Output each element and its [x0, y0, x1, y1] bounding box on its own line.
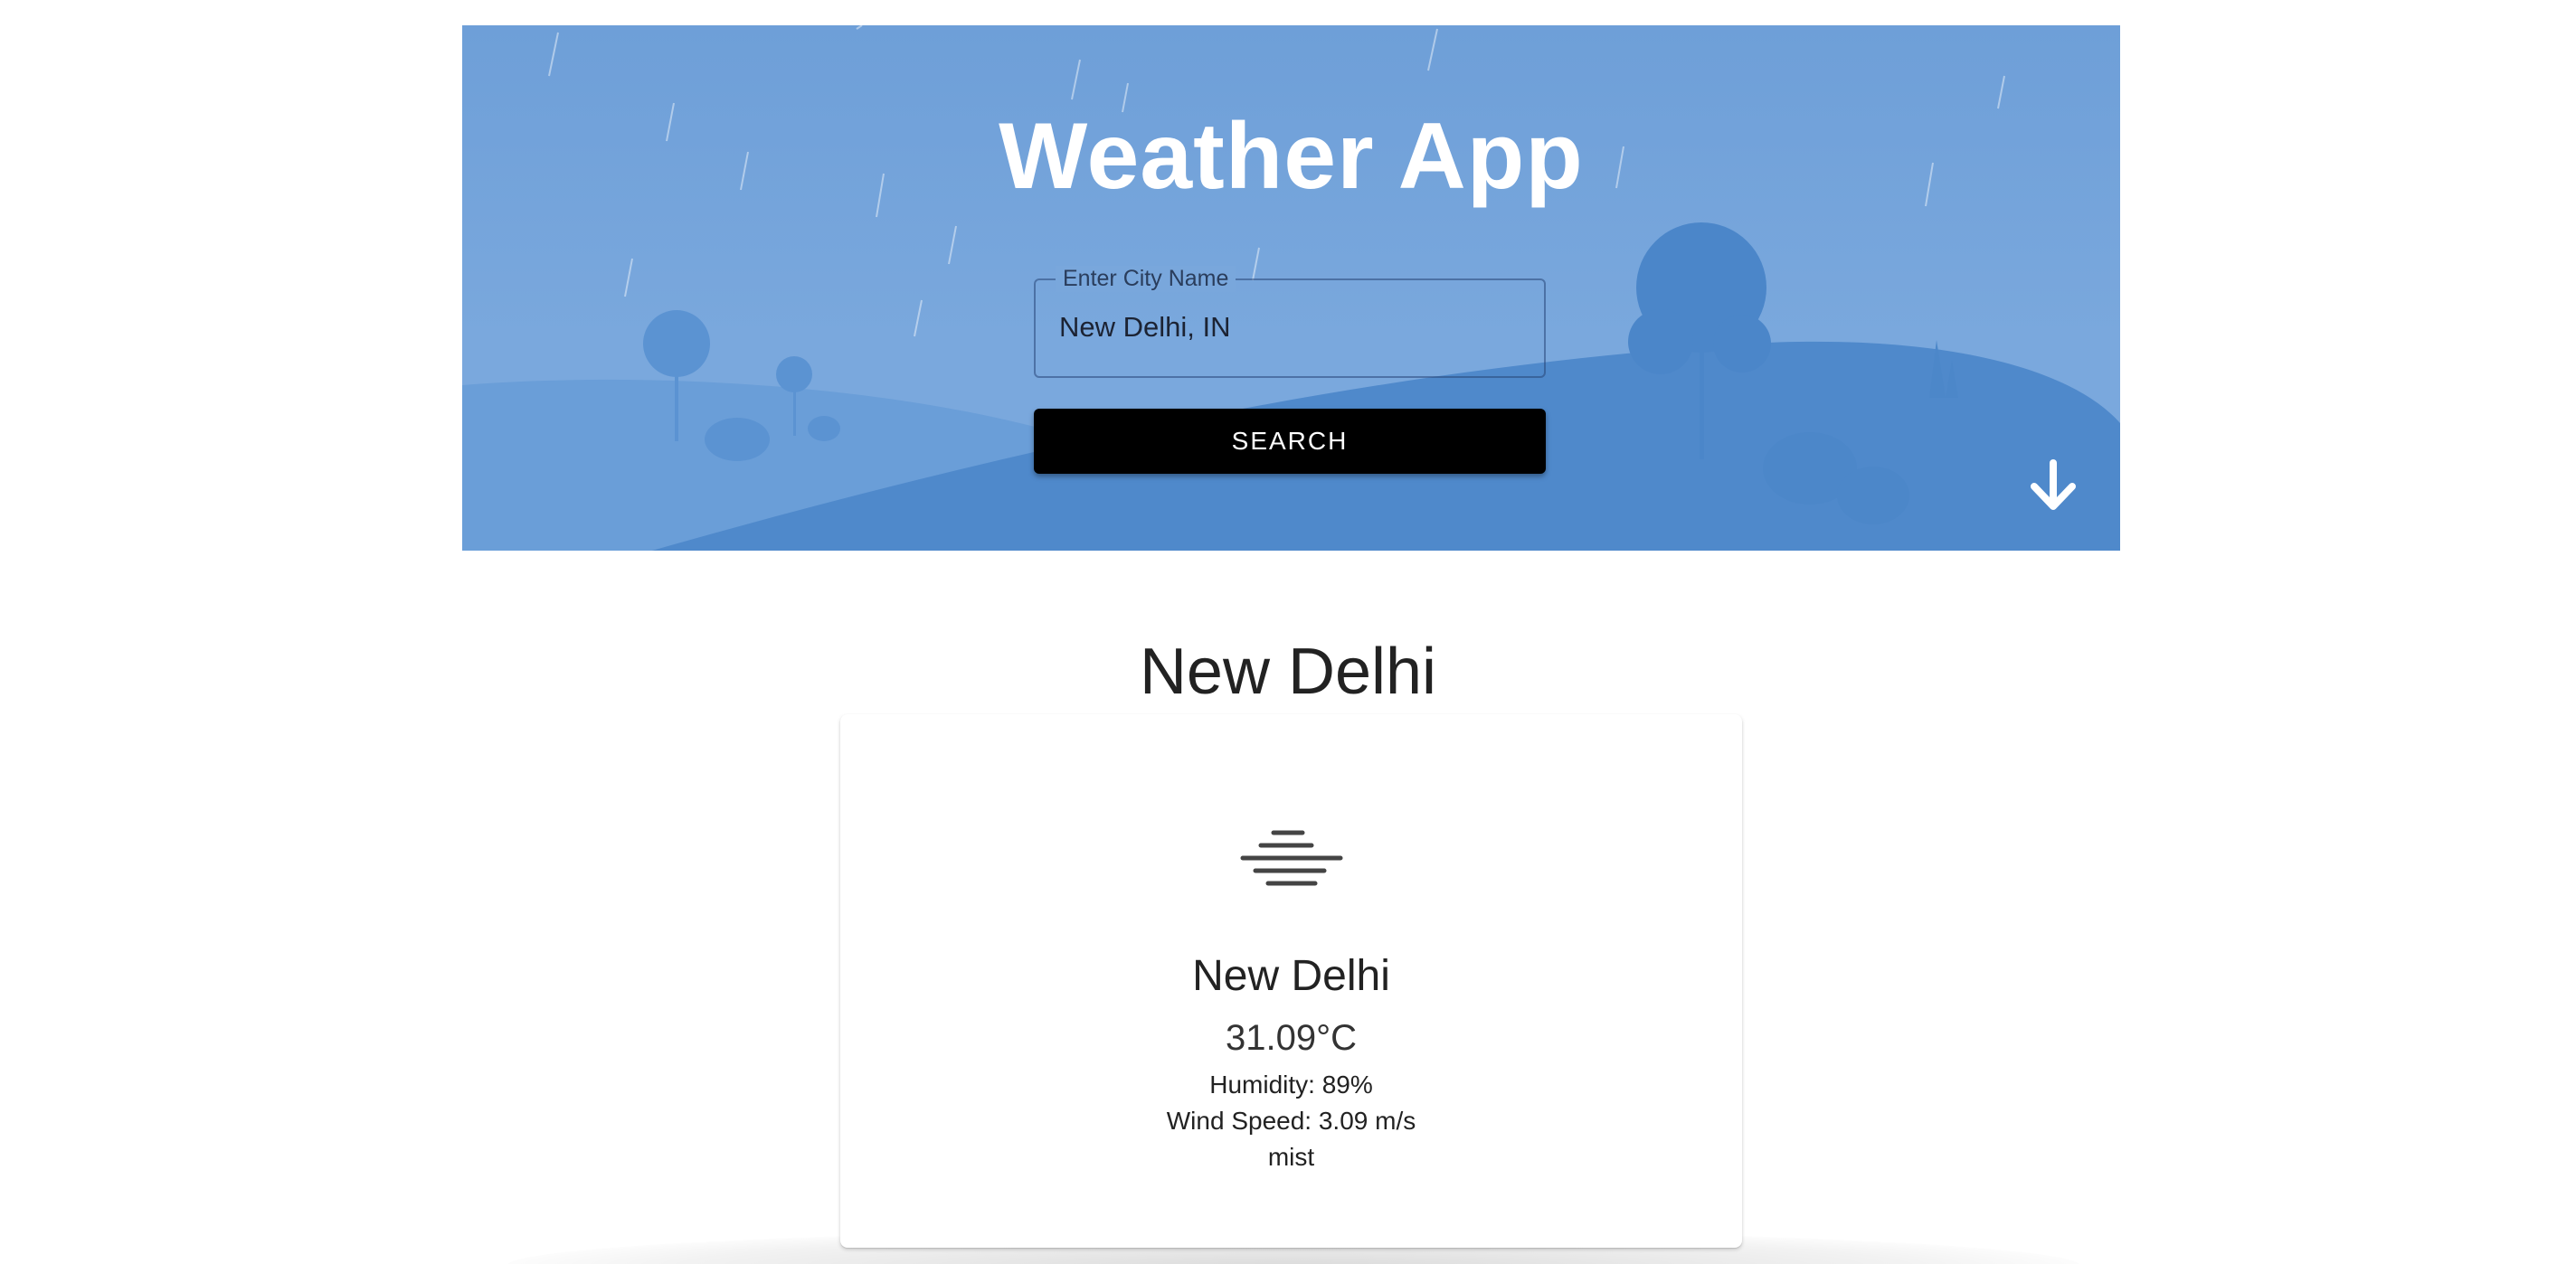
city-input[interactable]: [1059, 307, 1511, 347]
humidity-text: Humidity: 89%: [1209, 1071, 1373, 1099]
city-search-field[interactable]: Enter City Name: [1034, 266, 1546, 378]
search-button[interactable]: SEARCH: [1034, 409, 1546, 474]
hero-banner: Weather App Enter City Name SEARCH: [462, 25, 2120, 551]
wind-speed-text: Wind Speed: 3.09 m/s: [1166, 1107, 1416, 1135]
arrow-down-icon[interactable]: [2022, 456, 2085, 519]
page: Weather App Enter City Name SEARCH New D…: [0, 0, 2576, 1264]
card-city-name: New Delhi: [1192, 952, 1390, 1000]
city-input-label: Enter City Name: [1056, 266, 1236, 292]
mist-icon: [1239, 827, 1344, 896]
result-city-heading: New Delhi: [1139, 636, 1437, 708]
weather-description: mist: [1267, 1143, 1315, 1171]
app-title: Weather App: [999, 104, 1584, 209]
weather-card: New Delhi 31.09°C Humidity: 89% Wind Spe…: [840, 714, 1742, 1248]
temperature-value: 31.09°C: [1226, 1018, 1357, 1058]
